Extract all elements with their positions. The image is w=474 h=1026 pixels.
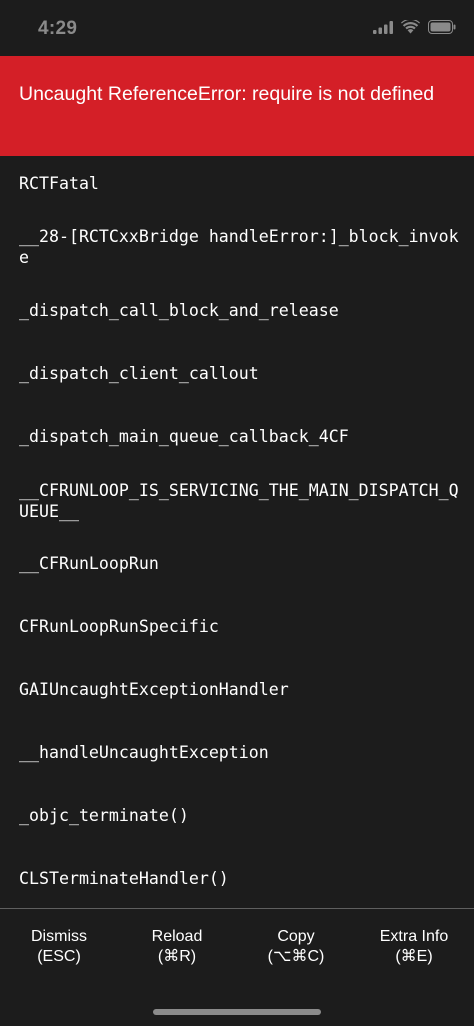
dismiss-label: Dismiss bbox=[31, 928, 87, 945]
copy-button[interactable]: Copy (⌥⌘C) bbox=[237, 927, 355, 967]
home-indicator[interactable] bbox=[153, 1009, 321, 1015]
stack-frame[interactable]: CLSTerminateHandler() bbox=[19, 868, 459, 889]
stack-frame[interactable]: _dispatch_client_callout bbox=[19, 363, 459, 384]
stack-frame[interactable]: __28-[RCTCxxBridge handleError:]_block_i… bbox=[19, 226, 459, 268]
status-time: 4:29 bbox=[38, 18, 78, 39]
copy-label: Copy bbox=[277, 928, 315, 945]
battery-icon bbox=[428, 20, 456, 34]
stack-frame[interactable]: _dispatch_main_queue_callback_4CF bbox=[19, 426, 459, 447]
stack-trace-list: RCTFatal __28-[RCTCxxBridge handleError:… bbox=[0, 156, 474, 908]
stack-frame[interactable]: RCTFatal bbox=[19, 173, 459, 194]
stack-frame[interactable]: CFRunLoopRunSpecific bbox=[19, 616, 459, 637]
error-header: Uncaught ReferenceError: require is not … bbox=[0, 56, 474, 156]
status-bar: 4:29 bbox=[0, 0, 474, 56]
extra-info-label: Extra Info bbox=[379, 928, 449, 945]
stack-frame[interactable]: __CFRunLoopRun bbox=[19, 553, 459, 574]
error-message: Uncaught ReferenceError: require is not … bbox=[19, 83, 435, 105]
stack-frame[interactable]: __handleUncaughtException bbox=[19, 742, 459, 763]
reload-label: Reload bbox=[151, 928, 203, 945]
copy-shortcut: (⌥⌘C) bbox=[267, 948, 325, 965]
wifi-icon bbox=[401, 20, 420, 34]
status-icons bbox=[373, 20, 456, 34]
dismiss-shortcut: (ESC) bbox=[37, 948, 81, 965]
stack-frame[interactable]: _dispatch_call_block_and_release bbox=[19, 300, 459, 321]
extra-info-button[interactable]: Extra Info (⌘E) bbox=[355, 927, 473, 967]
reload-shortcut: (⌘R) bbox=[157, 948, 197, 965]
stack-frame[interactable]: GAIUncaughtExceptionHandler bbox=[19, 679, 459, 700]
signal-icon bbox=[373, 20, 393, 34]
dismiss-button[interactable]: Dismiss (ESC) bbox=[0, 927, 118, 967]
redbox-error-screen: 4:29 Uncaught ReferenceError: require is… bbox=[0, 0, 474, 1026]
reload-button[interactable]: Reload (⌘R) bbox=[118, 927, 236, 967]
stack-frame[interactable]: _objc_terminate() bbox=[19, 805, 459, 826]
stack-frame[interactable]: __CFRUNLOOP_IS_SERVICING_THE_MAIN_DISPAT… bbox=[19, 480, 459, 522]
extra-info-shortcut: (⌘E) bbox=[395, 948, 433, 965]
